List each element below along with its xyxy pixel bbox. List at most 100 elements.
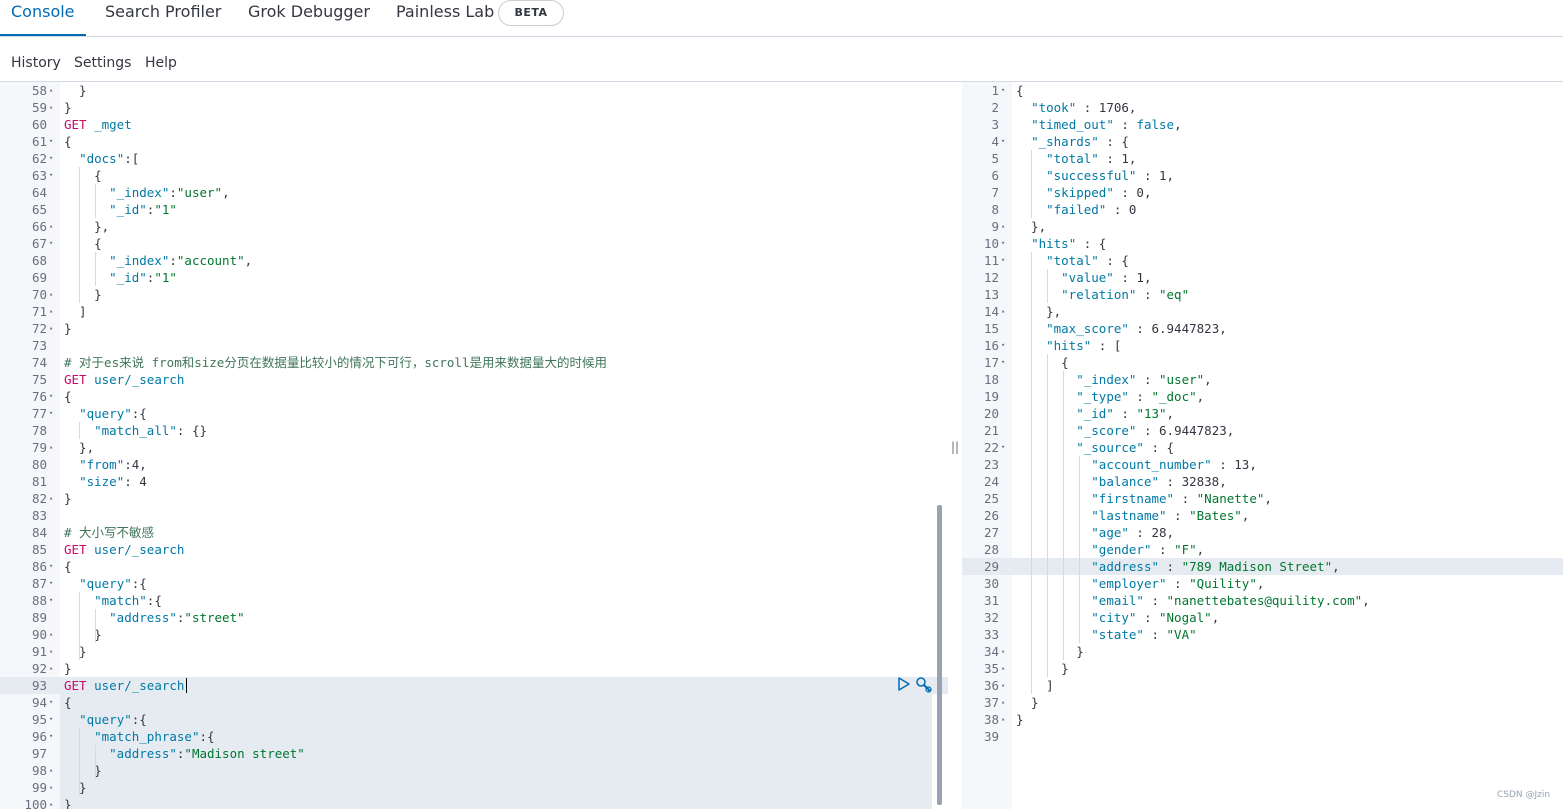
- editor-line: 75 GET user/_search: [0, 371, 948, 388]
- output-line: 15 "max_score" : 6.9447823,: [962, 320, 1563, 337]
- fold-caret-down-icon[interactable]: ▾: [1001, 133, 1009, 150]
- line-number: 59: [31, 100, 47, 115]
- editor-line: 91 ▴ }: [0, 643, 948, 660]
- fold-caret-down-icon[interactable]: ▾: [49, 167, 57, 184]
- line-number: 97: [31, 746, 47, 761]
- editor-line: 72 ▴}: [0, 320, 948, 337]
- indent-guide: [1047, 269, 1048, 303]
- tab-console[interactable]: Console: [11, 2, 75, 21]
- output-line: 26 "lastname" : "Bates",: [962, 507, 1563, 524]
- fold-caret-down-icon[interactable]: ▾: [49, 405, 57, 422]
- code-text: }: [64, 644, 87, 659]
- fold-caret-up-icon[interactable]: ▴: [49, 82, 57, 99]
- fold-caret-up-icon[interactable]: ▴: [1001, 643, 1009, 660]
- output-line: 31 "email" : "nanettebates@quility.com",: [962, 592, 1563, 609]
- fold-caret-down-icon[interactable]: ▾: [49, 575, 57, 592]
- request-editor[interactable]: 58 ▴ } 59 ▴} 60 GET _mget 61 ▾{62 ▾ "docs":[63 ▾ …: [0, 82, 948, 809]
- fold-caret-down-icon[interactable]: ▾: [1001, 439, 1009, 456]
- indent-guide: [95, 252, 96, 286]
- code-text: "match_phrase":{: [94, 729, 215, 744]
- fold-caret-down-icon[interactable]: ▾: [49, 133, 57, 150]
- code-text: "account_number" : 13,: [1091, 457, 1257, 472]
- wrench-icon[interactable]: [915, 676, 933, 694]
- code-text: "address":"street": [109, 610, 245, 625]
- fold-caret-up-icon[interactable]: ▴: [1001, 694, 1009, 711]
- fold-caret-up-icon[interactable]: ▴: [1001, 677, 1009, 694]
- output-line: 39: [962, 728, 1563, 745]
- fold-caret-up-icon[interactable]: ▴: [49, 796, 57, 809]
- code-text: "match_all": {}: [94, 423, 208, 438]
- editor-line: 78 "match_all": {}: [0, 422, 948, 439]
- fold-caret-up-icon[interactable]: ▴: [1001, 711, 1009, 728]
- line-number: 85: [31, 542, 47, 557]
- fold-caret-up-icon[interactable]: ▴: [49, 779, 57, 796]
- fold-caret-up-icon[interactable]: ▴: [49, 490, 57, 507]
- fold-caret-up-icon[interactable]: ▴: [1001, 660, 1009, 677]
- line-number: 95: [31, 712, 47, 727]
- editor-line: 73: [0, 337, 948, 354]
- fold-caret-down-icon[interactable]: ▾: [49, 592, 57, 609]
- tab-painless-lab[interactable]: Painless Lab: [396, 2, 494, 21]
- fold-caret-down-icon[interactable]: ▾: [1001, 252, 1009, 269]
- line-number: 73: [31, 338, 47, 353]
- output-line: 6 "successful" : 1,: [962, 167, 1563, 184]
- line-number: 96: [31, 729, 47, 744]
- fold-caret-up-icon[interactable]: ▴: [49, 762, 57, 779]
- code-text: }: [64, 491, 72, 506]
- active-tab-indicator: [0, 34, 86, 36]
- code-text: "gender" : "F",: [1091, 542, 1205, 557]
- line-number: 94: [31, 695, 47, 710]
- line-number: 9: [991, 219, 999, 234]
- fold-caret-up-icon[interactable]: ▴: [49, 320, 57, 337]
- line-number: 8: [991, 202, 999, 217]
- code-text: "query":{: [79, 406, 147, 421]
- fold-caret-up-icon[interactable]: ▴: [49, 439, 57, 456]
- code-text: GET user/_search: [64, 372, 185, 387]
- settings-link[interactable]: Settings: [74, 55, 131, 71]
- fold-caret-down-icon[interactable]: ▾: [49, 711, 57, 728]
- fold-caret-down-icon[interactable]: ▾: [49, 150, 57, 167]
- fold-caret-down-icon[interactable]: ▾: [1001, 235, 1009, 252]
- fold-caret-up-icon[interactable]: ▴: [49, 626, 57, 643]
- tab-search-profiler[interactable]: Search Profiler: [105, 2, 221, 21]
- indent-guide: [1031, 252, 1032, 694]
- line-number: 35: [983, 661, 999, 676]
- fold-caret-down-icon[interactable]: ▾: [49, 235, 57, 252]
- tab-grok-debugger[interactable]: Grok Debugger: [248, 2, 370, 21]
- fold-caret-down-icon[interactable]: ▾: [49, 388, 57, 405]
- fold-caret-up-icon[interactable]: ▴: [49, 643, 57, 660]
- fold-caret-up-icon[interactable]: ▴: [1001, 218, 1009, 235]
- history-link[interactable]: History: [11, 55, 61, 71]
- code-text: }: [64, 661, 72, 676]
- editor-line: 86 ▾ {: [0, 558, 948, 575]
- output-line: 17 ▾ {: [962, 354, 1563, 371]
- fold-caret-up-icon[interactable]: ▴: [49, 303, 57, 320]
- fold-caret-up-icon[interactable]: ▴: [49, 218, 57, 235]
- fold-caret-up-icon[interactable]: ▴: [49, 286, 57, 303]
- code-text: "from":4,: [79, 457, 147, 472]
- help-link[interactable]: Help: [145, 55, 177, 71]
- fold-caret-down-icon[interactable]: ▾: [1001, 82, 1009, 99]
- code-text: "_index":"user",: [109, 185, 230, 200]
- fold-caret-up-icon[interactable]: ▴: [49, 99, 57, 116]
- line-number: 23: [983, 457, 999, 472]
- code-text: "_shards" : {: [1031, 134, 1129, 149]
- editor-line: 63 ▾ {: [0, 167, 948, 184]
- fold-caret-up-icon[interactable]: ▴: [49, 660, 57, 677]
- code-text: "query":{: [79, 712, 147, 727]
- code-text: "_id":"1": [109, 270, 177, 285]
- fold-caret-down-icon[interactable]: ▾: [1001, 354, 1009, 371]
- fold-caret-down-icon[interactable]: ▾: [1001, 337, 1009, 354]
- fold-caret-down-icon[interactable]: ▾: [49, 694, 57, 711]
- fold-caret-down-icon[interactable]: ▾: [49, 728, 57, 745]
- fold-caret-up-icon[interactable]: ▴: [1001, 303, 1009, 320]
- play-icon[interactable]: [897, 676, 911, 692]
- pane-resize-handle[interactable]: ||: [951, 440, 959, 454]
- output-line: 23 "account_number" : 13,: [962, 456, 1563, 473]
- fold-caret-down-icon[interactable]: ▾: [49, 558, 57, 575]
- editor-line: 88 ▾ "match":{: [0, 592, 948, 609]
- line-number: 2: [991, 100, 999, 115]
- editor-scrollbar[interactable]: [937, 505, 942, 805]
- line-number: 38: [983, 712, 999, 727]
- line-number: 87: [31, 576, 47, 591]
